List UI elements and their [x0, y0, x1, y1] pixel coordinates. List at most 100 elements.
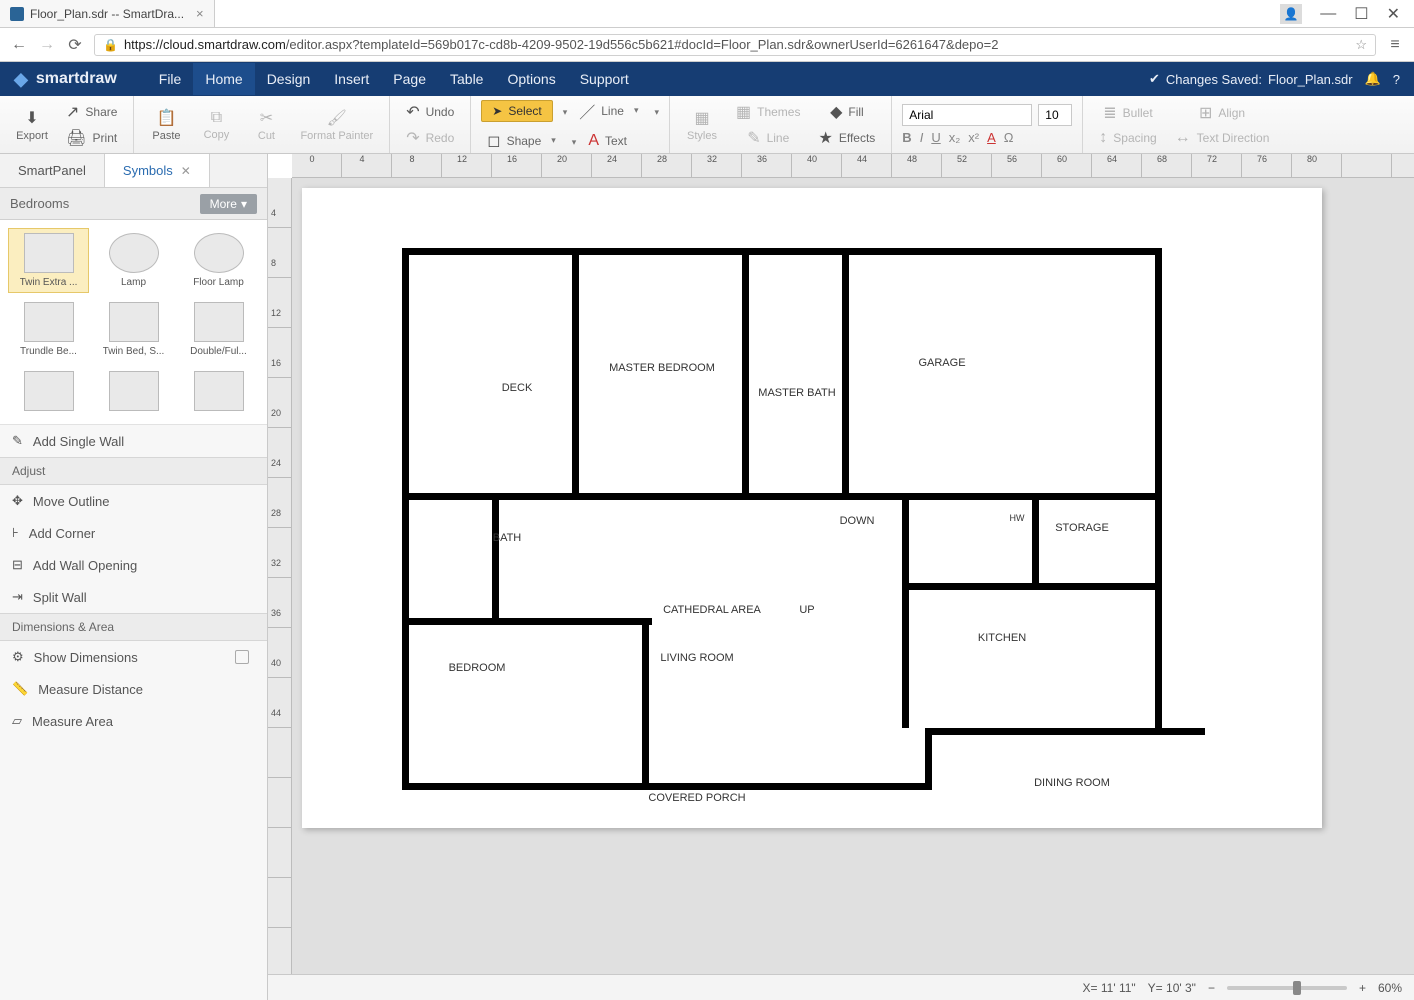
wall[interactable]	[842, 248, 849, 498]
wall[interactable]	[402, 783, 932, 790]
wall[interactable]	[1032, 493, 1039, 588]
close-window-icon[interactable]: ✕	[1387, 4, 1400, 24]
wall[interactable]	[402, 248, 409, 788]
zoom-slider[interactable]	[1227, 986, 1347, 990]
symbol-extra-3[interactable]	[178, 366, 259, 416]
back-icon[interactable]: ←	[10, 36, 28, 54]
add-corner-button[interactable]: ⊦Add Corner	[0, 517, 267, 549]
wall[interactable]	[925, 728, 932, 790]
cut-button[interactable]: ✂Cut	[244, 104, 288, 146]
wall[interactable]	[642, 618, 649, 788]
format-painter-button[interactable]: 🖌Format Painter	[294, 104, 379, 146]
menu-page[interactable]: Page	[381, 63, 438, 95]
symbol-trundle-bed[interactable]: Trundle Be...	[8, 297, 89, 362]
align-button[interactable]: ⊞Align	[1169, 101, 1276, 125]
notification-icon[interactable]: 🔔	[1365, 71, 1381, 87]
font-color-button[interactable]: A	[987, 130, 996, 145]
select-dropdown[interactable]	[559, 102, 568, 120]
spacing-button[interactable]: ↕Spacing	[1093, 127, 1162, 149]
bookmark-icon[interactable]: ☆	[1355, 37, 1367, 53]
omega-button[interactable]: Ω	[1004, 130, 1014, 145]
url-field[interactable]: 🔒 https://cloud.smartdraw.com/editor.asp…	[94, 34, 1376, 56]
bullet-button[interactable]: ≣Bullet	[1093, 101, 1162, 125]
symbol-lamp[interactable]: Lamp	[93, 228, 174, 293]
menu-table[interactable]: Table	[438, 63, 495, 95]
wall[interactable]	[742, 248, 749, 498]
copy-button[interactable]: ⧉Copy	[194, 105, 238, 145]
zoom-in-icon[interactable]: +	[1359, 981, 1366, 995]
line-tool-button[interactable]: ／Line	[573, 97, 644, 125]
subscript-button[interactable]: x₂	[949, 130, 961, 145]
wall[interactable]	[1155, 248, 1162, 498]
close-tab-icon[interactable]: ×	[196, 6, 204, 21]
symbol-extra-1[interactable]	[8, 366, 89, 416]
help-icon[interactable]: ?	[1393, 72, 1400, 87]
shape-dropdown[interactable]	[568, 132, 577, 150]
bold-button[interactable]: B	[902, 130, 911, 145]
line-dropdown[interactable]	[650, 102, 659, 120]
browser-tab[interactable]: Floor_Plan.sdr -- SmartDra... ×	[0, 0, 215, 27]
menu-design[interactable]: Design	[255, 63, 323, 95]
forward-icon[interactable]: →	[38, 36, 56, 54]
wall[interactable]	[402, 618, 652, 625]
symbol-double-bed[interactable]: Double/Ful...	[178, 297, 259, 362]
share-button[interactable]: ↗Share	[60, 100, 123, 124]
show-dimensions-checkbox[interactable]	[235, 650, 249, 664]
wall[interactable]	[492, 493, 499, 623]
symbol-floor-lamp[interactable]: Floor Lamp	[178, 228, 259, 293]
shape-tool-button[interactable]: ◻Shape	[481, 129, 562, 153]
font-size-input[interactable]	[1038, 104, 1072, 126]
reload-icon[interactable]: ⟳	[66, 35, 84, 55]
underline-button[interactable]: U	[931, 130, 940, 145]
wall[interactable]	[402, 493, 1162, 500]
measure-area-button[interactable]: ▱Measure Area	[0, 705, 267, 737]
menu-options[interactable]: Options	[495, 63, 567, 95]
wall[interactable]	[1155, 493, 1162, 733]
user-icon[interactable]: 👤	[1280, 4, 1302, 24]
wall[interactable]	[402, 248, 1162, 255]
font-name-input[interactable]	[902, 104, 1032, 126]
text-tool-button[interactable]: AText	[582, 130, 633, 152]
redo-button[interactable]: ↷Redo	[400, 126, 460, 150]
add-wall-opening-button[interactable]: ⊟Add Wall Opening	[0, 549, 267, 581]
italic-button[interactable]: I	[920, 130, 924, 145]
drawing-canvas[interactable]: MASTER BEDROOM MASTER BATH GARAGE DECK B…	[292, 178, 1414, 974]
line-style-button[interactable]: ✎Line	[730, 126, 806, 150]
menu-insert[interactable]: Insert	[322, 63, 381, 95]
fill-button[interactable]: ◆Fill	[812, 100, 881, 124]
undo-button[interactable]: ↶Undo	[400, 100, 460, 124]
add-single-wall-button[interactable]: ✎Add Single Wall	[0, 425, 267, 457]
minimize-icon[interactable]: —	[1320, 5, 1336, 23]
wall[interactable]	[572, 248, 579, 498]
text-direction-button[interactable]: ↔Text Direction	[1169, 127, 1276, 149]
menu-icon[interactable]: ≡	[1386, 36, 1404, 54]
tab-smartpanel[interactable]: SmartPanel	[0, 154, 105, 187]
copy-icon: ⧉	[211, 109, 222, 127]
paste-button[interactable]: 📋Paste	[144, 104, 188, 146]
print-button[interactable]: 🖨Print	[60, 126, 123, 150]
brand-logo[interactable]: ◆ smartdraw	[14, 69, 117, 90]
symbol-twin-bed[interactable]: Twin Bed, S...	[93, 297, 174, 362]
menu-home[interactable]: Home	[193, 63, 254, 95]
styles-button[interactable]: ▦Styles	[680, 104, 724, 146]
close-tab-symbols-icon[interactable]: ✕	[181, 164, 191, 178]
move-outline-button[interactable]: ✥Move Outline	[0, 485, 267, 517]
maximize-icon[interactable]: ☐	[1354, 4, 1368, 24]
wall[interactable]	[925, 728, 1205, 735]
superscript-button[interactable]: x²	[968, 130, 979, 145]
zoom-out-icon[interactable]: −	[1208, 981, 1215, 995]
symbol-twin-extra[interactable]: Twin Extra ...	[8, 228, 89, 293]
symbol-extra-2[interactable]	[93, 366, 174, 416]
split-wall-button[interactable]: ⇥Split Wall	[0, 581, 267, 613]
measure-distance-button[interactable]: 📏Measure Distance	[0, 673, 267, 705]
select-tool-button[interactable]: ➤Select	[481, 100, 552, 122]
wall[interactable]	[902, 493, 909, 728]
export-button[interactable]: ⬇Export	[10, 104, 54, 146]
menu-file[interactable]: File	[147, 63, 194, 95]
menu-support[interactable]: Support	[568, 63, 641, 95]
more-button[interactable]: More▾	[200, 194, 257, 214]
themes-button[interactable]: ▦Themes	[730, 100, 806, 124]
show-dimensions-toggle[interactable]: ⚙Show Dimensions	[0, 641, 267, 673]
effects-button[interactable]: ★Effects	[812, 126, 881, 150]
tab-symbols[interactable]: Symbols ✕	[105, 154, 210, 187]
